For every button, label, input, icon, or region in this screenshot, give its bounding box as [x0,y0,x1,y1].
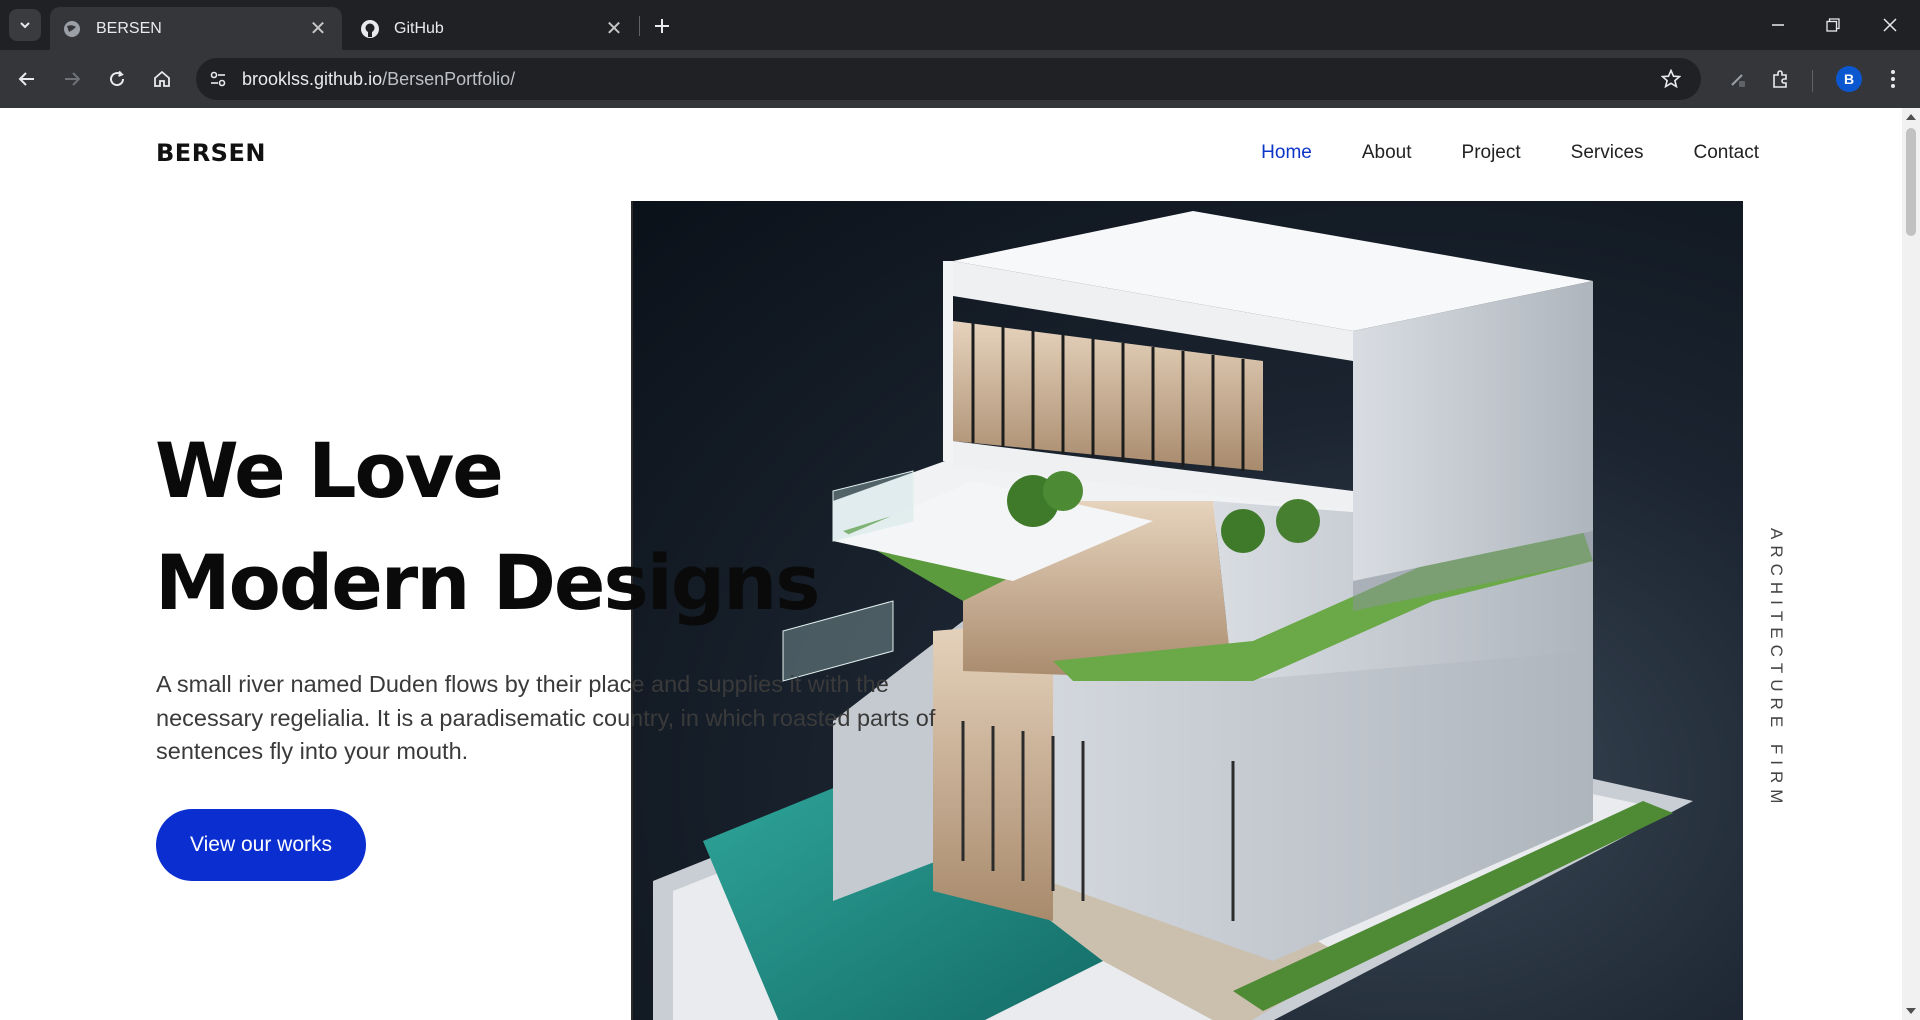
scroll-up-arrow-icon[interactable] [1906,114,1916,120]
hero-description: A small river named Duden flows by their… [156,671,936,764]
back-button[interactable] [10,62,44,96]
profile-avatar[interactable]: B [1836,66,1862,92]
new-tab-button[interactable] [648,12,676,40]
nav-home[interactable]: Home [1261,142,1312,164]
tab-bersen[interactable]: BERSEN ✕ [50,7,342,50]
home-button[interactable] [145,62,179,96]
tab-search-button[interactable] [9,9,41,41]
nav-about[interactable]: About [1362,142,1412,164]
main-nav: Home About Project Services Contact [1261,142,1759,164]
minimize-icon [1772,24,1784,26]
edit-icon[interactable] [1723,64,1753,94]
scroll-down-arrow-icon[interactable] [1906,1008,1916,1014]
site-logo[interactable]: BERSEN [156,139,266,167]
forward-button[interactable] [55,62,89,96]
github-icon [360,19,380,39]
minimize-button[interactable] [1758,10,1798,40]
plus-icon [655,19,669,33]
view-our-works-button[interactable]: View our works [156,809,366,881]
toolbar-divider [1812,70,1813,92]
address-bar[interactable]: brooklss.github.io/BersenPortfolio/ [196,58,1701,100]
restore-button[interactable] [1813,10,1853,40]
close-window-button[interactable] [1870,10,1910,40]
hero-headline-line1: We Love [155,426,504,515]
url-text: brooklss.github.io/BersenPortfolio/ [242,69,515,90]
reload-icon [110,70,125,87]
page-viewport: BERSEN Home About Project Services Conta… [0,108,1902,1020]
more-menu-icon[interactable] [1878,64,1908,94]
nav-project[interactable]: Project [1462,142,1521,164]
globe-icon [62,19,82,39]
nav-services[interactable]: Services [1571,142,1644,164]
site-settings-icon[interactable] [206,67,230,91]
close-icon[interactable]: ✕ [306,16,330,41]
tab-separator [639,16,640,36]
arrow-left-icon [18,72,34,86]
url-path: /BersenPortfolio/ [382,69,516,89]
url-host: brooklss.github.io [242,69,383,89]
tab-github[interactable]: GitHub ✕ [348,7,638,50]
reload-button[interactable] [100,62,134,96]
browser-toolbar: brooklss.github.io/BersenPortfolio/ B [0,50,1920,108]
hero-headline-line2: Modern Designs [155,538,820,627]
tab-title: BERSEN [96,19,162,37]
extensions-icon[interactable] [1766,64,1796,94]
side-label: ARCHITECTURE FIRM [1767,528,1786,810]
tab-title: GitHub [394,19,444,37]
chevron-down-icon [20,22,30,29]
arrow-right-icon [65,72,81,86]
close-icon[interactable]: ✕ [602,16,626,41]
scrollbar-thumb[interactable] [1906,128,1916,236]
nav-contact[interactable]: Contact [1694,142,1759,164]
bookmark-star-icon[interactable] [1659,67,1683,91]
close-icon [1883,18,1897,32]
tab-strip: BERSEN ✕ GitHub ✕ [0,0,1920,50]
home-icon [154,70,170,87]
scrollbar[interactable] [1902,108,1920,1020]
restore-icon [1826,18,1840,32]
